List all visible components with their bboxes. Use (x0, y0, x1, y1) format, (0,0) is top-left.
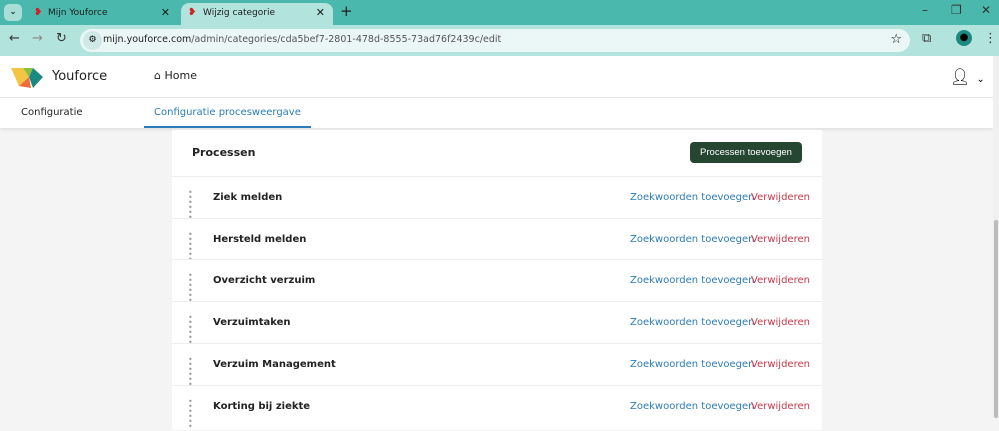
process-row: • • • • • • Korting bij ziekte Zoekwoorden… (172, 384, 822, 430)
url-text: mijn.youforce.com/admin/categories/cda5b… (103, 34, 502, 45)
processes-card: Processen Processen toevoegen • • • • • • … (172, 130, 822, 430)
user-menu[interactable]: 👤︎ ⌄ (950, 67, 985, 86)
browser-tab-bar: ⌄ ❥ Mijn Youforce ✕ ❥ Wijzig categorie ✕… (0, 0, 999, 25)
delete-link[interactable]: Verwijderen (751, 192, 810, 203)
process-name: Verzuim Management (213, 358, 336, 370)
add-keywords-link[interactable]: Zoekwoorden toevoegen (630, 317, 755, 328)
bookmark-star-icon[interactable]: ☆ (890, 32, 902, 47)
delete-link[interactable]: Verwijderen (751, 275, 810, 286)
restore-button[interactable]: ❐ (951, 3, 962, 17)
drag-handle-icon[interactable]: • • • • • • (188, 314, 196, 347)
card-title: Processen (192, 146, 256, 159)
close-window-button[interactable]: ✕ (981, 3, 991, 17)
browser-menu-icon[interactable]: ⋮ (984, 31, 997, 46)
process-name: Hersteld melden (213, 233, 307, 245)
tab-configuratie[interactable]: Configuratie (21, 107, 83, 118)
process-row: • • • • • • Hersteld melden Zoekwoorden to… (172, 217, 822, 263)
reload-button[interactable]: ↻ (56, 31, 67, 46)
site-settings-icon[interactable]: ⚙ (83, 31, 102, 50)
back-button[interactable]: ← (9, 31, 20, 46)
profile-avatar-icon[interactable]: ● (956, 30, 972, 46)
delete-link[interactable]: Verwijderen (751, 359, 810, 370)
process-name: Ziek melden (213, 192, 283, 203)
process-name: Verzuimtaken (213, 317, 291, 329)
forward-button[interactable]: → (32, 31, 43, 46)
process-row: • • • • • • Overzicht verzuim Zoekwoorden … (172, 259, 822, 305)
process-name: Korting bij ziekte (213, 400, 311, 412)
address-bar[interactable]: ⚙ mijn.youforce.com/admin/categories/cda… (80, 29, 910, 52)
scrollbar-thumb[interactable] (994, 220, 998, 418)
extensions-icon[interactable]: ⧉ (922, 31, 931, 46)
home-link[interactable]: ⌂ Home (154, 69, 197, 82)
drag-handle-icon[interactable]: • • • • • • (188, 355, 196, 388)
browser-tab-wijzig-categorie[interactable]: ❥ Wijzig categorie ✕ (181, 3, 333, 25)
youforce-favicon-icon: ❥ (34, 7, 43, 18)
add-keywords-link[interactable]: Zoekwoorden toevoegen (630, 234, 755, 245)
add-keywords-link[interactable]: Zoekwoorden toevoegen (630, 359, 755, 370)
add-keywords-link[interactable]: Zoekwoorden toevoegen (630, 192, 755, 203)
sub-navigation: Configuratie Configuratie procesweergave (0, 98, 993, 128)
process-row: • • • • • • Verzuim Management Zoekwoorden… (172, 342, 822, 388)
drag-handle-icon[interactable]: • • • • • • (188, 189, 196, 222)
close-tab-icon[interactable]: ✕ (316, 3, 325, 23)
process-row: • • • • • • Ziek melden Zoekwoorden toevoe… (172, 176, 822, 222)
brand-name: Youforce (52, 69, 108, 84)
process-name: Overzicht verzuim (213, 275, 316, 287)
process-row: • • • • • • Verzuimtaken Zoekwoorden toevo… (172, 301, 822, 347)
drag-handle-icon[interactable]: • • • • • • (188, 397, 196, 430)
youforce-favicon-icon: ❥ (188, 7, 197, 18)
add-processes-button[interactable]: Processen toevoegen (690, 142, 802, 163)
tab-title: Wijzig categorie (203, 8, 275, 18)
drag-handle-icon[interactable]: • • • • • • (188, 272, 196, 305)
delete-link[interactable]: Verwijderen (751, 317, 810, 328)
delete-link[interactable]: Verwijderen (751, 401, 810, 412)
minimize-button[interactable]: – (922, 3, 928, 17)
tab-configuratie-procesweergave[interactable]: Configuratie procesweergave (144, 107, 311, 128)
chevron-down-icon: ⌄ (976, 74, 985, 85)
tab-title: Mijn Youforce (48, 8, 108, 18)
youforce-logo-icon (11, 68, 43, 88)
browser-tab-mijn-youforce[interactable]: ❥ Mijn Youforce ✕ (4, 3, 178, 25)
delete-link[interactable]: Verwijderen (751, 234, 810, 245)
home-icon: ⌂ (154, 69, 161, 82)
new-tab-button[interactable]: + (340, 2, 353, 20)
add-keywords-link[interactable]: Zoekwoorden toevoegen (630, 401, 755, 412)
app-header: Youforce ⌂ Home 👤︎ ⌄ (0, 56, 993, 98)
home-label: Home (164, 69, 197, 82)
close-tab-icon[interactable]: ✕ (161, 3, 170, 23)
add-keywords-link[interactable]: Zoekwoorden toevoegen (630, 275, 755, 286)
drag-handle-icon[interactable]: • • • • • • (188, 230, 196, 263)
user-icon: 👤︎ (950, 67, 971, 86)
browser-toolbar: ← → ↻ ⚙ mijn.youforce.com/admin/categori… (0, 25, 999, 56)
